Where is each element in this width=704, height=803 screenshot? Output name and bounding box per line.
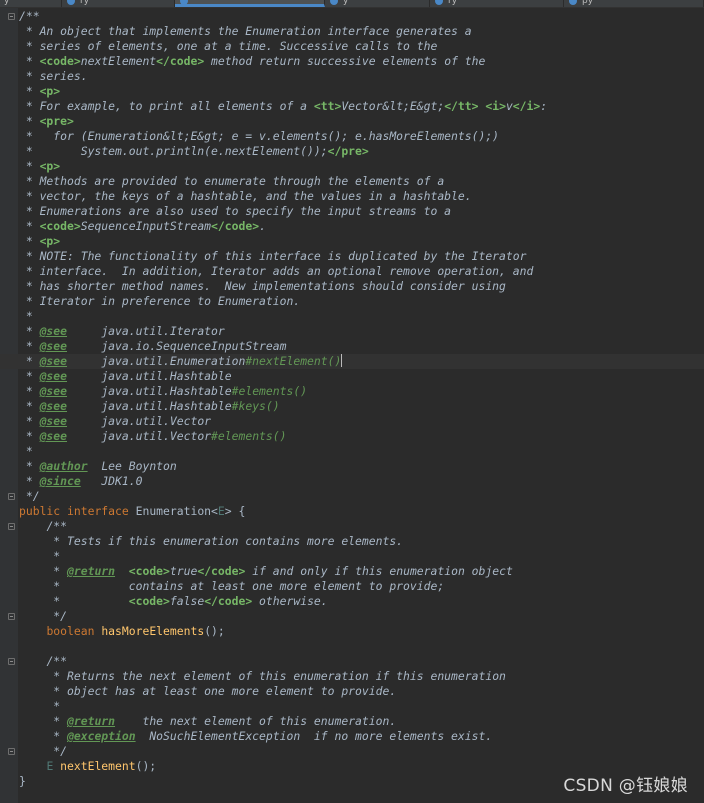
code-line: * <code>nextElement</code> method return… (19, 54, 486, 68)
editor-tab[interactable]: py (564, 0, 704, 7)
code-line: * @see java.util.Hashtable#keys() (19, 399, 280, 413)
code-line: * <code>SequenceInputStream</code>. (19, 219, 266, 233)
code-line: * (46, 549, 61, 563)
code-line: * Iterator in preference to Enumeration. (19, 294, 301, 308)
code-line: public interface Enumeration<E> { (19, 504, 246, 518)
editor-tab-active[interactable] (175, 0, 325, 7)
code-line: * For example, to print all elements of … (19, 99, 548, 113)
code-line: * contains at least one more element to … (19, 579, 445, 593)
code-line: * @return <code>true</code> if and only … (19, 564, 513, 578)
editor-tab[interactable]: y (325, 0, 430, 7)
code-line: */ (0, 489, 704, 504)
editor-tab[interactable]: ry (430, 0, 564, 7)
code-line: * @author Lee Boynton (19, 459, 177, 473)
code-line: * System.out.println(e.nextElement());</… (19, 144, 369, 158)
code-line: * @return the next element of this enume… (19, 714, 397, 728)
code-line: /** (0, 654, 704, 669)
code-line: * vector, the keys of a hashtable, and t… (19, 189, 472, 203)
code-line: * has shorter method names. New implemen… (19, 279, 506, 293)
editor-tab[interactable]: y (0, 0, 62, 7)
code-line: * series. (19, 69, 88, 83)
code-line: * @see java.util.Hashtable#elements() (19, 384, 308, 398)
java-interface-icon (180, 0, 188, 4)
code-line: * @see java.util.Iterator (19, 324, 225, 338)
text-caret (341, 354, 343, 367)
code-line: */ (0, 609, 704, 624)
code-line: boolean hasMoreElements(); (46, 624, 225, 638)
code-line: * @since JDK1.0 (19, 474, 143, 488)
fold-icon[interactable] (8, 748, 15, 755)
code-line: */ (0, 744, 704, 759)
code-line: * @exception NoSuchElementException if n… (19, 729, 493, 743)
fold-icon[interactable] (8, 658, 15, 665)
code-line: * <p> (19, 234, 61, 248)
code-line: * An object that implements the Enumerat… (19, 24, 472, 38)
code-line: * @see java.util.Hashtable (19, 369, 232, 383)
code-line: * <p> (19, 159, 61, 173)
watermark: CSDN @钰娘娘 (563, 776, 688, 796)
code-line: * @see java.util.Vector (19, 414, 212, 428)
code-line: * <code>false</code> otherwise. (19, 594, 328, 608)
code-line: * Methods are provided to enumerate thro… (19, 174, 445, 188)
code-line: * series of elements, one at a time. Suc… (19, 39, 438, 53)
java-file-icon (435, 0, 443, 5)
code-line: * <pre> (19, 114, 74, 128)
code-line: * interface. In addition, Iterator adds … (19, 264, 534, 278)
code-line: * Tests if this enumeration contains mor… (46, 534, 404, 548)
code-line: * (46, 699, 61, 713)
java-file-icon (67, 0, 75, 5)
fold-icon[interactable] (8, 523, 15, 530)
code-line: * Enumerations are also used to specify … (19, 204, 452, 218)
code-line: /** (0, 519, 704, 534)
editor-tab[interactable]: ry (62, 0, 175, 7)
fold-icon[interactable] (8, 493, 15, 500)
code-line: * (19, 309, 33, 323)
java-file-icon (330, 0, 338, 5)
code-line: * @see java.io.SequenceInputStream (19, 339, 287, 353)
editor-tab-bar: y ry y ry py (0, 0, 704, 8)
code-line: * Returns the next element of this enume… (46, 669, 506, 683)
code-line: * <p> (19, 84, 61, 98)
code-line-current: * @see java.util.Enumeration#nextElement… (0, 354, 704, 369)
code-line: * (19, 444, 33, 458)
code-line: * NOTE: The functionality of this interf… (19, 249, 527, 263)
fold-icon[interactable] (8, 613, 15, 620)
code-line: * object has at least one more element t… (46, 684, 397, 698)
fold-icon[interactable] (8, 13, 15, 20)
code-line: /** (0, 9, 704, 24)
code-line: * for (Enumeration&lt;E&gt; e = v.elemen… (19, 129, 500, 143)
java-file-icon (569, 0, 577, 5)
code-line: * @see java.util.Vector#elements() (19, 429, 287, 443)
